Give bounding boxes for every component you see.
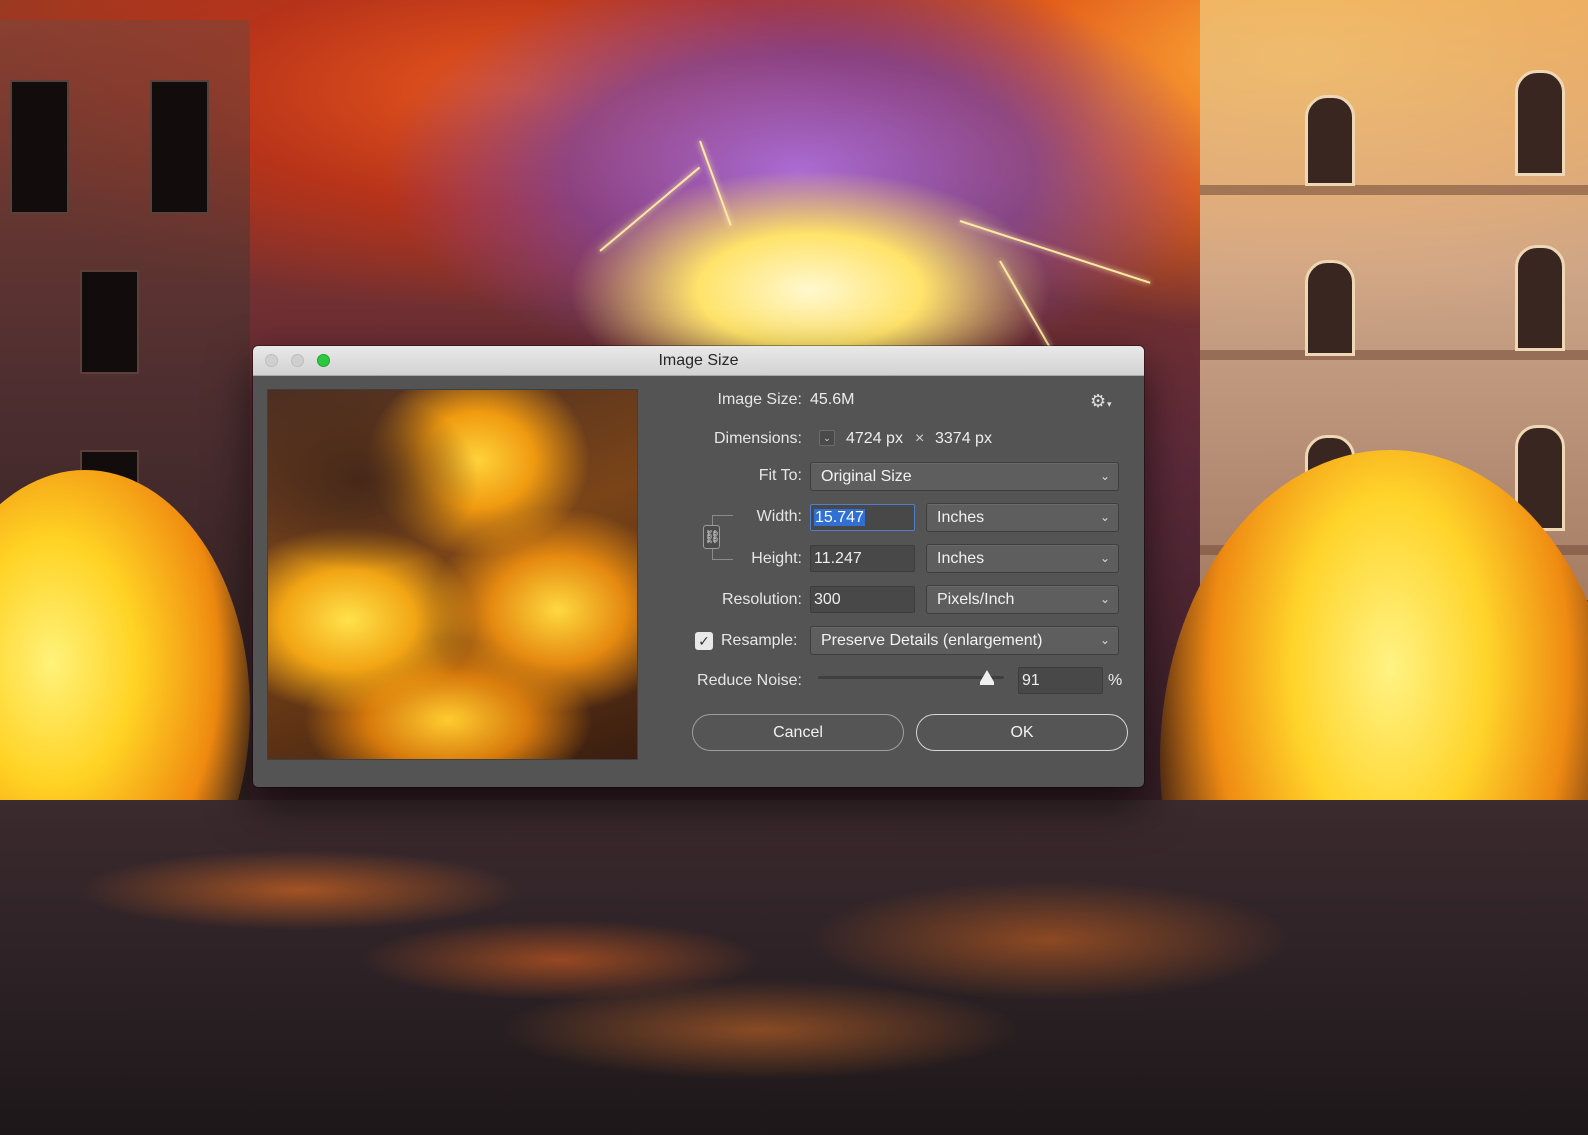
reduce-noise-value: 91 [1022,672,1040,689]
chevron-down-icon: ⌄ [1099,633,1110,647]
resolution-value: 300 [814,591,841,608]
settings-caret-icon: ▾ [1107,399,1112,409]
chain-link-icon[interactable]: ⛓ [703,525,721,549]
width-unit-value: Inches [937,509,985,526]
dimensions-width-px: 4724 px [846,430,903,447]
ok-button[interactable]: OK [916,714,1128,751]
reduce-noise-input[interactable]: 91 [1018,667,1103,694]
height-input[interactable]: 11.247 [810,545,915,572]
resample-method-dropdown[interactable]: Preserve Details (enlargement) ⌄ [810,626,1119,655]
reduce-noise-label: Reduce Noise: [697,672,802,689]
width-label: Width: [756,508,802,525]
resolution-input[interactable]: 300 [810,586,915,613]
dimensions-separator: × [915,430,925,447]
fit-to-value: Original Size [821,468,912,485]
gear-icon[interactable]: ⚙ [1090,391,1106,412]
width-input[interactable]: 15.747 [810,504,915,531]
reduce-noise-unit: % [1108,672,1123,689]
burning-ground [0,800,1588,1135]
resample-checkbox[interactable]: ✓ [695,632,713,650]
resolution-unit-dropdown[interactable]: Pixels/Inch ⌄ [926,585,1119,614]
title-bar[interactable]: Image Size [253,346,1144,376]
checkmark-icon: ✓ [698,633,710,649]
chevron-down-icon: ⌄ [1099,469,1110,483]
resample-label: Resample: [721,632,798,649]
height-unit-dropdown[interactable]: Inches ⌄ [926,544,1119,573]
fit-to-dropdown[interactable]: Original Size ⌄ [810,462,1119,491]
image-size-value: 45.6M [810,391,855,408]
cancel-button[interactable]: Cancel [692,714,904,751]
chevron-down-icon: ⌄ [1099,551,1110,565]
fit-to-label: Fit To: [758,467,802,484]
resolution-unit-value: Pixels/Inch [937,591,1015,608]
height-label: Height: [751,550,802,567]
dimensions-unit-dropdown[interactable]: ⌄ [819,430,835,446]
reduce-noise-slider-thumb-base[interactable] [980,682,995,685]
height-value: 11.247 [814,550,862,567]
dimensions-height-px: 3374 px [935,430,992,447]
image-preview[interactable] [267,389,638,760]
chevron-down-icon: ⌄ [823,433,831,443]
resample-method-value: Preserve Details (enlargement) [821,632,1043,649]
resolution-label: Resolution: [721,591,802,608]
dialog-title: Image Size [658,352,739,369]
image-size-dialog: Image Size Image Size: 45.6M ⚙ ▾ Dimensi… [253,346,1144,787]
image-size-label: Image Size: [717,391,802,408]
reduce-noise-slider-track[interactable] [818,676,1004,679]
width-value: 15.747 [814,509,865,526]
width-unit-dropdown[interactable]: Inches ⌄ [926,503,1119,532]
height-unit-value: Inches [937,550,985,567]
chevron-down-icon: ⌄ [1099,592,1110,606]
dimensions-label: Dimensions: [713,430,802,447]
chevron-down-icon: ⌄ [1099,510,1110,524]
reduce-noise-slider-thumb[interactable] [980,670,995,682]
